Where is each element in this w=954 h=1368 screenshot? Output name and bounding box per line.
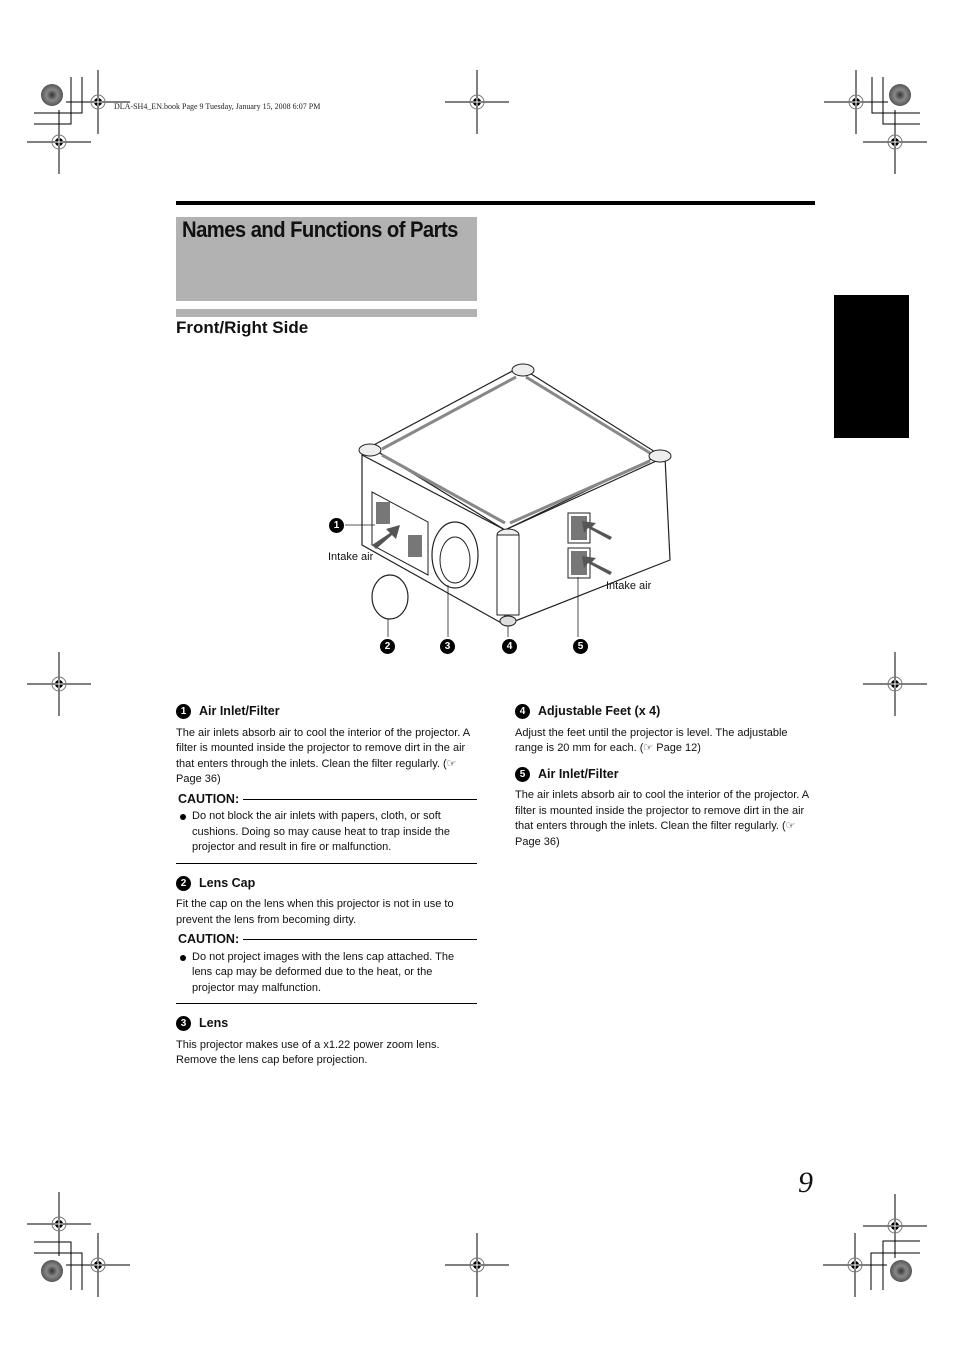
corner-cap (648, 449, 672, 463)
corner-cap (511, 363, 535, 377)
top-rule (176, 201, 815, 205)
item-title: Lens (199, 1016, 229, 1030)
bullet-icon (180, 954, 186, 961)
print-header-metadata: DLA-SH4_EN.book Page 9 Tuesday, January … (114, 102, 321, 111)
bullet-icon (180, 814, 186, 820)
item-description: The air inlets absorb air to cool the in… (515, 789, 809, 848)
item-description: The air inlets absorb air to cool the in… (176, 726, 470, 786)
item-number-badge: 5 (515, 766, 530, 782)
item-air-inlet-filter-front: 1 Air Inlet/Filter The air inlets absorb… (176, 704, 477, 864)
item-number-badge: 2 (176, 875, 191, 891)
item-lens: 3 Lens This projector makes use of a x1.… (176, 1016, 477, 1069)
caution-label: CAUTION: (178, 791, 240, 806)
projector-diagram: 1 Intake air 2 3 4 5 Intake air (320, 355, 690, 665)
right-column: 4 Adjustable Feet (x 4) Adjust the feet … (515, 704, 816, 854)
caution-end-rule (176, 862, 477, 864)
intake-air-label-right: Intake air (606, 580, 652, 592)
front-corner-pillar (496, 534, 520, 616)
item-title: Air Inlet/Filter (199, 704, 280, 718)
item-description: Adjust the feet until the projector is l… (515, 726, 788, 755)
item-title: Lens Cap (199, 875, 256, 890)
section-title: Front/Right Side (176, 318, 309, 337)
page-title: Names and Functions of Parts (182, 217, 458, 242)
item-number-badge: 4 (515, 704, 530, 720)
chapter-tab (834, 295, 909, 438)
caution-block: CAUTION: Do not project images with the … (176, 932, 477, 996)
callout-4: 4 (502, 639, 517, 654)
item-title: Adjustable Feet (x 4) (538, 704, 661, 718)
item-number-badge: 3 (176, 1016, 191, 1032)
title-box: Names and Functions of Parts (176, 217, 477, 301)
callout-3: 3 (440, 639, 455, 654)
inlet-grille (376, 502, 390, 524)
item-description: This projector makes use of a x1.22 powe… (176, 1038, 440, 1067)
caution-label: CAUTION: (178, 932, 240, 946)
item-description: Fit the cap on the lens when this projec… (176, 898, 454, 926)
callout-2: 2 (380, 639, 395, 654)
item-title: Air Inlet/Filter (538, 766, 619, 781)
section-divider (176, 309, 477, 317)
page-number: 9 (798, 1166, 813, 1199)
lens (439, 536, 471, 584)
callout-1: 1 (329, 518, 344, 533)
inlet-grille (408, 535, 422, 557)
intake-air-label-left: Intake air (328, 551, 374, 563)
adjustable-foot (499, 615, 517, 627)
caution-block: CAUTION: Do not block the air inlets wit… (176, 792, 477, 856)
callout-5: 5 (573, 639, 588, 654)
item-number-badge: 1 (176, 704, 191, 720)
caution-text: Do not block the air inlets with papers,… (192, 810, 451, 853)
caution-end-rule (176, 1003, 477, 1004)
lens-cap (371, 574, 409, 620)
projector-illustration (345, 363, 672, 637)
left-column: 1 Air Inlet/Filter The air inlets absorb… (176, 704, 477, 1073)
item-lens-cap: 2 Lens Cap Fit the cap on the lens when … (176, 875, 477, 1004)
item-air-inlet-filter-side: 5 Air Inlet/Filter The air inlets absorb… (515, 767, 816, 851)
item-adjustable-feet: 4 Adjustable Feet (x 4) Adjust the feet … (515, 704, 816, 757)
printer-crop-marks (26, 69, 928, 1298)
corner-cap (358, 443, 382, 457)
caution-text: Do not project images with the lens cap … (192, 950, 455, 994)
